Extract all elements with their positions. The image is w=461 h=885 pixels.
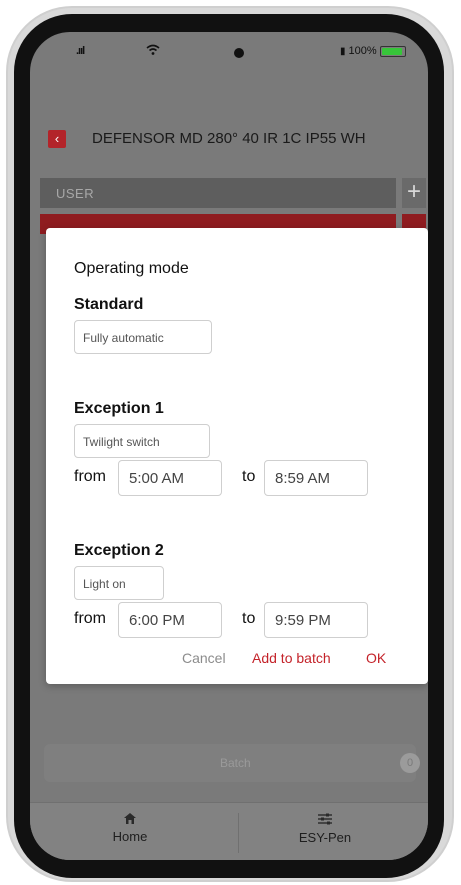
exception1-to-time[interactable]: 8:59 AM [264,460,368,496]
app-screen: .ııl ▮ 100% ‹ DEFENSOR MD 280° 40 IR 1C … [30,32,428,860]
exception1-from-label: from [74,468,106,485]
status-bar: .ııl ▮ 100% [30,32,428,80]
exception1-from-time[interactable]: 5:00 AM [118,460,222,496]
device-title: DEFENSOR MD 280° 40 IR 1C IP55 WH [92,130,366,147]
exception2-to-time[interactable]: 9:59 PM [264,602,368,638]
exception1-label: Exception 1 [74,400,164,417]
sliders-icon [275,813,375,827]
front-camera-icon [234,48,244,58]
nav-esy-pen[interactable]: ESY-Pen [275,813,375,845]
lock-icon: ▮ [340,45,346,57]
battery-icon [379,45,406,57]
dialog-title: Operating mode [74,260,189,277]
batch-count-badge: 0 [400,753,420,773]
back-button[interactable]: ‹ [48,130,66,148]
exception1-mode-select[interactable]: Twilight switch [74,424,210,458]
standard-mode-select[interactable]: Fully automatic [74,320,212,354]
nav-esy-pen-label: ESY-Pen [298,830,352,845]
bottom-nav: Home ESY-Pen [30,802,428,860]
exception1-to-label: to [242,468,256,485]
exception2-label: Exception 2 [74,542,164,559]
home-icon [90,813,170,826]
wifi-icon [146,43,160,59]
batch-bar[interactable]: Batch 0 [44,744,420,782]
app-header: ‹ DEFENSOR MD 280° 40 IR 1C IP55 WH [30,124,428,156]
cancel-button[interactable]: Cancel [182,650,226,666]
batch-label: Batch [220,756,251,770]
exception2-from-time[interactable]: 6:00 PM [118,602,222,638]
exception2-mode-select[interactable]: Light on [74,566,164,600]
battery-indicator: ▮ 100% [340,45,406,57]
user-row-label: USER [56,186,95,201]
standard-label: Standard [74,296,144,313]
user-row[interactable]: USER [40,178,396,208]
exception2-from-label: from [74,610,106,627]
add-to-batch-button[interactable]: Add to batch [252,650,331,666]
nav-home[interactable]: Home [90,813,170,844]
exception2-to-label: to [242,610,256,627]
ok-button[interactable]: OK [366,650,386,666]
add-user-button[interactable]: + [402,178,426,208]
battery-percent: 100% [348,45,377,57]
operating-mode-dialog: Operating mode Standard Fully automatic … [46,228,428,684]
nav-home-label: Home [112,829,148,844]
signal-icon: .ııl [76,45,85,57]
nav-divider [238,813,239,853]
